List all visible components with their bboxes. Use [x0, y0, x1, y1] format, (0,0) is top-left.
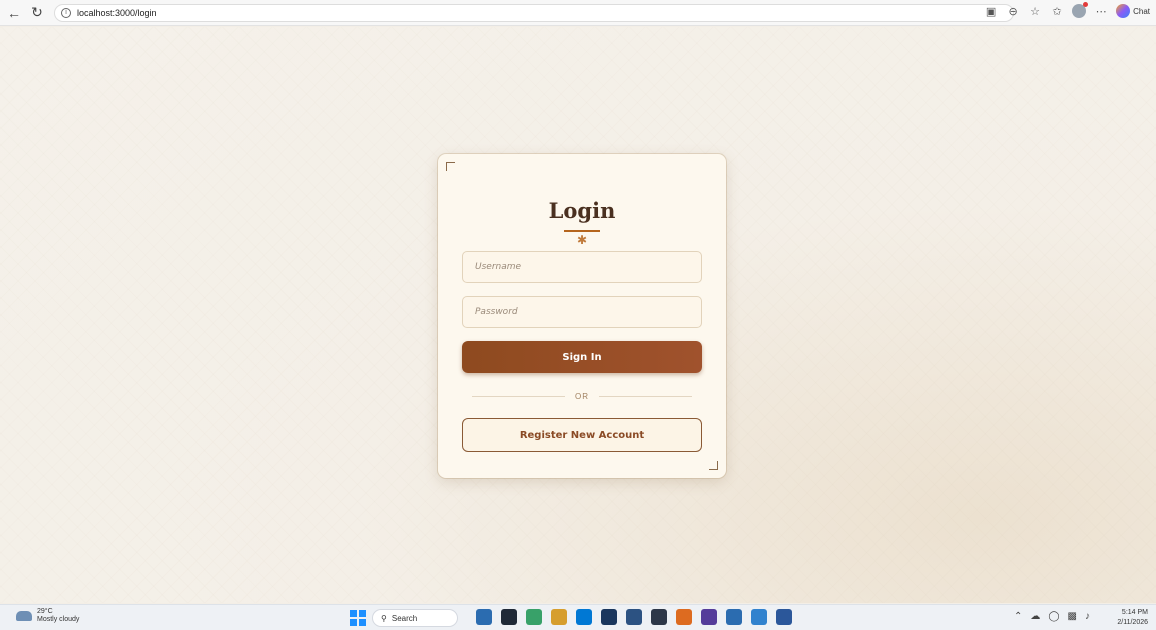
- weather-temperature: 29°C: [37, 608, 53, 615]
- taskbar-app-icon[interactable]: [476, 609, 492, 625]
- password-input[interactable]: [462, 296, 702, 328]
- search-label: Search: [391, 613, 418, 623]
- login-title: Login: [548, 198, 616, 223]
- corner-ornament-bottom-right: [709, 461, 718, 470]
- volume-icon[interactable]: ♪: [1085, 611, 1090, 622]
- cloudy-weather-icon: [16, 607, 32, 621]
- register-button[interactable]: Register New Account: [462, 418, 702, 452]
- taskbar-app-icon[interactable]: [726, 609, 742, 625]
- network-icon[interactable]: ◯: [1048, 611, 1059, 622]
- zoom-icon[interactable]: ⊖: [1006, 4, 1020, 18]
- taskbar-app-icon[interactable]: [701, 609, 717, 625]
- taskbar-app-icon[interactable]: [601, 609, 617, 625]
- search-icon: ⚲: [381, 613, 387, 623]
- copilot-icon: [1116, 4, 1131, 18]
- profile-avatar[interactable]: [1072, 2, 1089, 18]
- favorites-list-icon[interactable]: ✩: [1050, 4, 1064, 18]
- windows-start-icon[interactable]: [350, 610, 366, 626]
- address-bar[interactable]: i localhost:3000/login: [54, 3, 1014, 22]
- site-info-icon[interactable]: i: [61, 7, 71, 18]
- system-tray: ⌃ ☁ ◯ ▩ ♪: [1014, 611, 1090, 622]
- refresh-icon[interactable]: ↻: [28, 4, 46, 22]
- chat-label: Chat: [1133, 6, 1150, 16]
- username-input[interactable]: [462, 251, 702, 283]
- chat-button[interactable]: Chat: [1116, 4, 1150, 18]
- display-icon[interactable]: ▩: [1068, 611, 1077, 622]
- sign-in-button[interactable]: Sign In: [462, 341, 702, 373]
- login-card: Login ✱ Sign In OR Register New Account: [438, 154, 726, 478]
- split-screen-icon[interactable]: ▣: [984, 4, 998, 18]
- or-label: OR: [575, 391, 589, 401]
- taskbar-search[interactable]: ⚲ Search: [372, 609, 458, 627]
- chevron-up-icon[interactable]: ⌃: [1014, 611, 1022, 622]
- weather-description: Mostly cloudy: [37, 616, 80, 623]
- taskbar-app-icon[interactable]: [551, 609, 567, 625]
- asterisk-ornament-icon: ✱: [576, 233, 588, 247]
- taskbar: 29°C Mostly cloudy ⚲ Search ⌃ ☁ ◯ ▩ ♪ 5:…: [0, 604, 1156, 630]
- or-divider: OR: [472, 390, 692, 402]
- taskbar-app-icon[interactable]: [776, 609, 792, 625]
- pinned-apps: [476, 609, 792, 625]
- clock-time: 5:14 PM: [1121, 609, 1148, 616]
- taskbar-app-icon[interactable]: [501, 609, 517, 625]
- browser-toolbar: ← ↻ i localhost:3000/login ▣ ⊖ ☆ ✩ ⋯ Cha…: [0, 0, 1156, 26]
- taskbar-app-icon[interactable]: [751, 609, 767, 625]
- taskbar-app-icon[interactable]: [576, 609, 592, 625]
- more-options-icon[interactable]: ⋯: [1094, 4, 1108, 18]
- weather-widget[interactable]: 29°C Mostly cloudy: [16, 607, 80, 624]
- back-arrow-icon[interactable]: ←: [5, 4, 23, 22]
- cloud-sync-icon[interactable]: ☁: [1030, 611, 1040, 622]
- divider-line-left: [472, 395, 565, 397]
- divider-line-right: [599, 395, 692, 397]
- title-underline: [564, 230, 600, 232]
- taskbar-app-icon[interactable]: [676, 609, 692, 625]
- favorite-star-icon[interactable]: ☆: [1028, 4, 1042, 18]
- system-clock[interactable]: 5:14 PM 2/11/2026: [1117, 608, 1148, 628]
- corner-ornament-top-left: [446, 162, 455, 171]
- taskbar-app-icon[interactable]: [626, 609, 642, 625]
- clock-date: 2/11/2026: [1117, 619, 1148, 626]
- taskbar-app-icon[interactable]: [526, 609, 542, 625]
- taskbar-app-icon[interactable]: [651, 609, 667, 625]
- address-url: localhost:3000/login: [77, 7, 157, 18]
